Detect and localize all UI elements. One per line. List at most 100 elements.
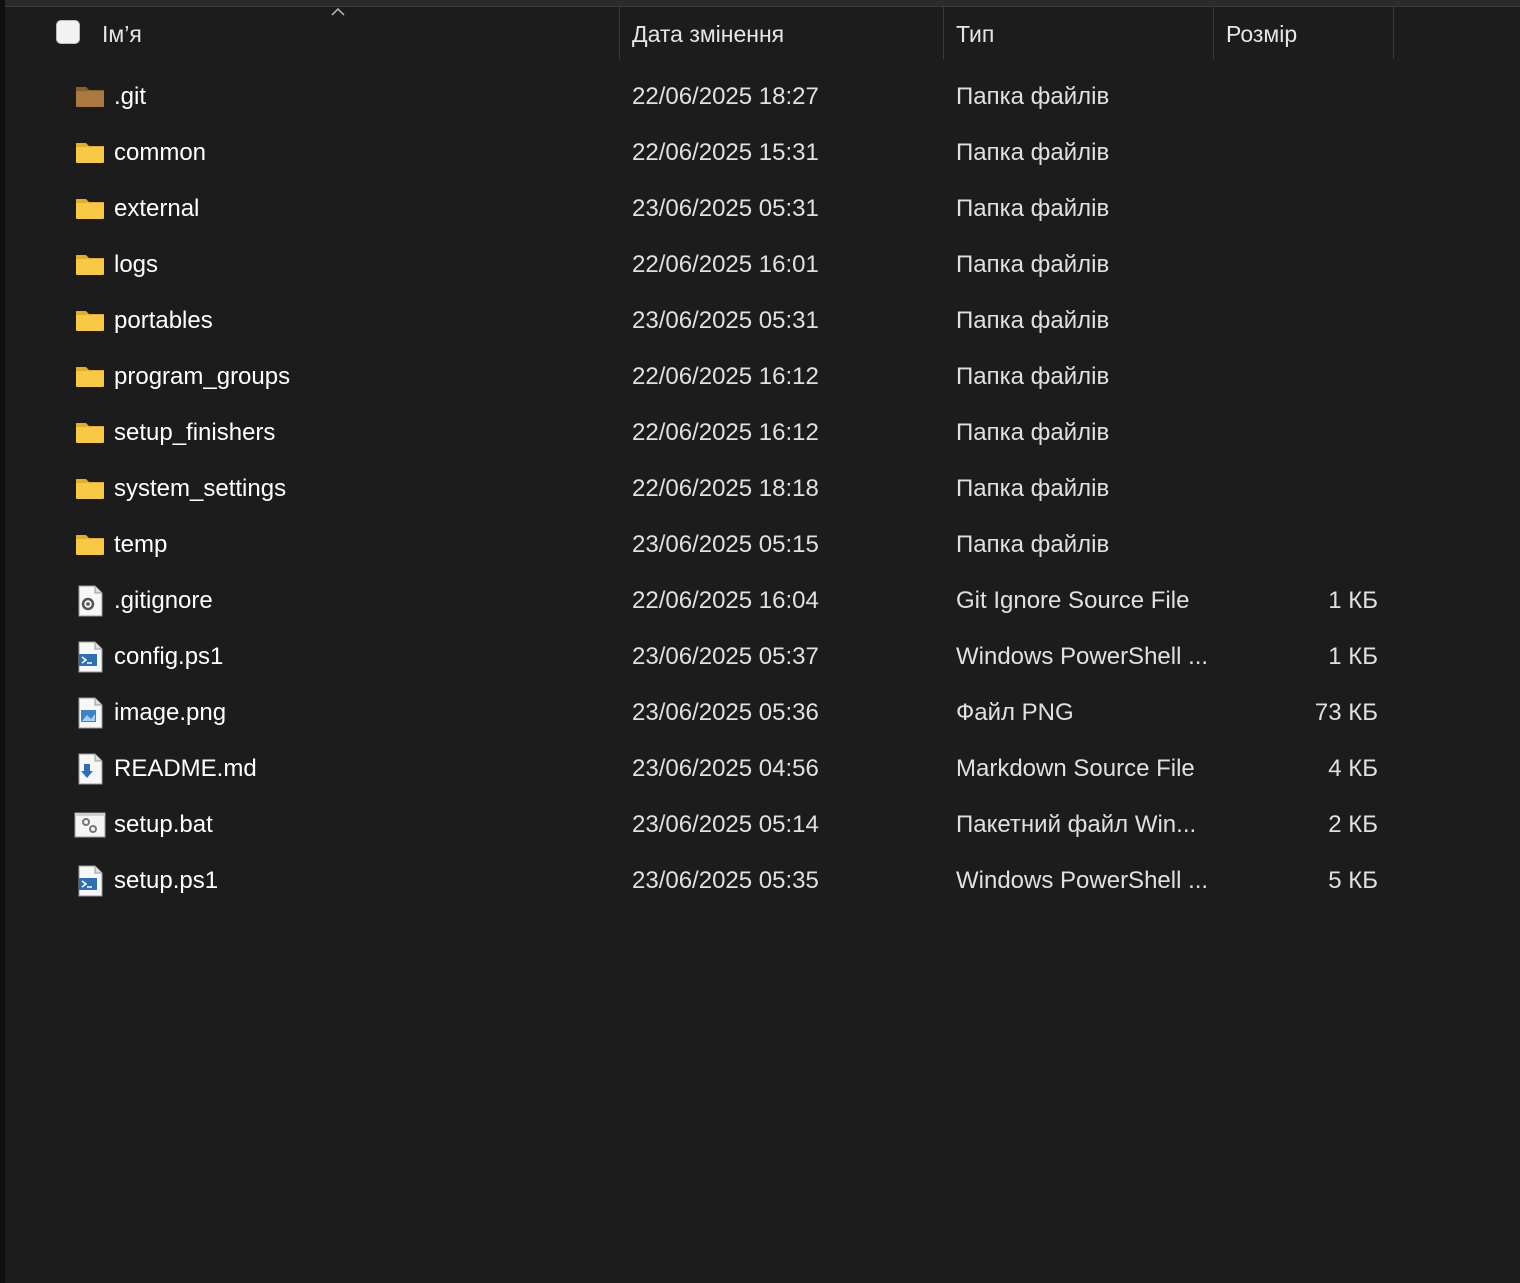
file-size bbox=[1230, 125, 1378, 181]
file-row[interactable]: common 22/06/2025 15:31 Папка файлів bbox=[60, 125, 1400, 181]
folder-icon bbox=[74, 137, 106, 169]
file-date-modified: 23/06/2025 05:14 bbox=[632, 811, 819, 838]
file-size bbox=[1230, 461, 1378, 517]
file-size bbox=[1230, 181, 1378, 237]
file-type: Папка файлів bbox=[956, 83, 1110, 110]
file-type: Папка файлів bbox=[956, 363, 1110, 390]
file-date-modified: 22/06/2025 18:18 bbox=[632, 475, 819, 502]
file-name: program_groups bbox=[114, 363, 291, 390]
column-divider[interactable] bbox=[619, 7, 620, 59]
sort-ascending-icon bbox=[331, 7, 345, 16]
column-divider[interactable] bbox=[1213, 7, 1214, 59]
markdown-file-icon bbox=[74, 753, 106, 785]
file-date-modified: 22/06/2025 16:01 bbox=[632, 251, 819, 278]
file-row[interactable]: .gitignore 22/06/2025 16:04 Git Ignore Sou… bbox=[60, 573, 1400, 629]
file-size bbox=[1230, 293, 1378, 349]
file-date-modified: 23/06/2025 05:31 bbox=[632, 195, 819, 222]
file-type: Папка файлів bbox=[956, 139, 1110, 166]
file-date-modified: 23/06/2025 04:56 bbox=[632, 755, 819, 782]
file-type: Пакетний файл Win... bbox=[956, 811, 1197, 838]
file-name: external bbox=[114, 195, 200, 222]
select-all-checkbox[interactable] bbox=[56, 20, 80, 44]
file-row[interactable]: system_settings 22/06/2025 18:18 Папка фай… bbox=[60, 461, 1400, 517]
folder-icon bbox=[74, 529, 106, 561]
file-size: 4 КБ bbox=[1328, 755, 1378, 782]
file-row[interactable]: setup.bat 23/06/2025 05:14 Пакетний файл W… bbox=[60, 797, 1400, 853]
file-row[interactable]: logs 22/06/2025 16:01 Папка файлів bbox=[60, 237, 1400, 293]
file-date-modified: 22/06/2025 16:12 bbox=[632, 419, 819, 446]
settings-file-icon bbox=[74, 585, 106, 617]
file-size bbox=[1230, 237, 1378, 293]
file-row[interactable]: program_groups 22/06/2025 16:12 Папка файл… bbox=[60, 349, 1400, 405]
file-name: image.png bbox=[114, 699, 227, 726]
powershell-file-icon bbox=[74, 641, 106, 673]
file-size bbox=[1230, 405, 1378, 461]
file-size bbox=[1230, 517, 1378, 573]
file-type: Markdown Source File bbox=[956, 755, 1195, 782]
git-folder-icon bbox=[74, 81, 106, 113]
column-divider[interactable] bbox=[1393, 7, 1394, 59]
file-row[interactable]: setup.ps1 23/06/2025 05:35 Windows PowerSh… bbox=[60, 853, 1400, 909]
file-type: Папка файлів bbox=[956, 531, 1110, 558]
window-left-border bbox=[0, 0, 5, 1283]
file-type: Git Ignore Source File bbox=[956, 587, 1190, 614]
file-row[interactable]: temp 23/06/2025 05:15 Папка файлів bbox=[60, 517, 1400, 573]
folder-icon bbox=[74, 417, 106, 449]
folder-icon bbox=[74, 249, 106, 281]
column-divider[interactable] bbox=[943, 7, 944, 59]
folder-icon bbox=[74, 473, 106, 505]
file-row[interactable]: config.ps1 23/06/2025 05:37 Windows PowerS… bbox=[60, 629, 1400, 685]
file-name: config.ps1 bbox=[114, 643, 224, 670]
column-header-type[interactable]: Тип bbox=[956, 7, 994, 59]
file-name: portables bbox=[114, 307, 213, 334]
file-size: 73 КБ bbox=[1314, 699, 1378, 726]
file-type: Папка файлів bbox=[956, 419, 1110, 446]
folder-icon bbox=[74, 305, 106, 337]
file-size bbox=[1230, 349, 1378, 405]
file-type: Windows PowerShell ... bbox=[956, 643, 1206, 670]
file-date-modified: 22/06/2025 16:04 bbox=[632, 587, 819, 614]
file-date-modified: 23/06/2025 05:31 bbox=[632, 307, 819, 334]
powershell-file-icon bbox=[74, 865, 106, 897]
file-row[interactable]: README.md 23/06/2025 04:56 Markdown Source… bbox=[60, 741, 1400, 797]
folder-icon bbox=[74, 361, 106, 393]
file-type: Папка файлів bbox=[956, 475, 1110, 502]
file-size: 2 КБ bbox=[1328, 811, 1378, 838]
file-name: system_settings bbox=[114, 475, 287, 502]
file-row[interactable]: external 23/06/2025 05:31 Папка файлів bbox=[60, 181, 1400, 237]
file-name: temp bbox=[114, 531, 168, 558]
file-row[interactable]: image.png 23/06/2025 05:36 Файл PNG 73 КБ bbox=[60, 685, 1400, 741]
batch-file-icon bbox=[74, 809, 106, 841]
window-top-border bbox=[0, 0, 1520, 7]
file-date-modified: 22/06/2025 18:27 bbox=[632, 83, 819, 110]
file-date-modified: 23/06/2025 05:37 bbox=[632, 643, 819, 670]
file-date-modified: 23/06/2025 05:36 bbox=[632, 699, 819, 726]
file-size bbox=[1230, 69, 1378, 125]
file-name: README.md bbox=[114, 755, 257, 782]
image-file-icon bbox=[74, 697, 106, 729]
file-date-modified: 23/06/2025 05:15 bbox=[632, 531, 819, 558]
file-explorer-view: Ім’я Дата змінення Тип Розмір .git 22/06/… bbox=[0, 0, 1520, 1283]
file-name: .git bbox=[114, 83, 147, 110]
file-name: setup.ps1 bbox=[114, 867, 219, 894]
file-name: logs bbox=[114, 251, 159, 278]
file-date-modified: 22/06/2025 15:31 bbox=[632, 139, 819, 166]
file-size: 5 КБ bbox=[1328, 867, 1378, 894]
file-type: Папка файлів bbox=[956, 251, 1110, 278]
column-header-size[interactable]: Розмір bbox=[1226, 7, 1297, 59]
file-row[interactable]: setup_finishers 22/06/2025 16:12 Папка фай… bbox=[60, 405, 1400, 461]
file-type: Папка файлів bbox=[956, 195, 1110, 222]
file-name: setup.bat bbox=[114, 811, 213, 838]
column-header-bar: Ім’я Дата змінення Тип Розмір bbox=[0, 7, 1520, 59]
column-header-name[interactable]: Ім’я bbox=[102, 7, 142, 59]
column-header-date-modified[interactable]: Дата змінення bbox=[632, 7, 784, 59]
file-name: common bbox=[114, 139, 207, 166]
file-row[interactable]: portables 23/06/2025 05:31 Папка файлів bbox=[60, 293, 1400, 349]
file-row[interactable]: .git 22/06/2025 18:27 Папка файлів bbox=[60, 69, 1400, 125]
file-size: 1 КБ bbox=[1328, 587, 1378, 614]
folder-icon bbox=[74, 193, 106, 225]
file-type: Папка файлів bbox=[956, 307, 1110, 334]
file-size: 1 КБ bbox=[1328, 643, 1378, 670]
file-date-modified: 23/06/2025 05:35 bbox=[632, 867, 819, 894]
file-name: .gitignore bbox=[114, 587, 213, 614]
